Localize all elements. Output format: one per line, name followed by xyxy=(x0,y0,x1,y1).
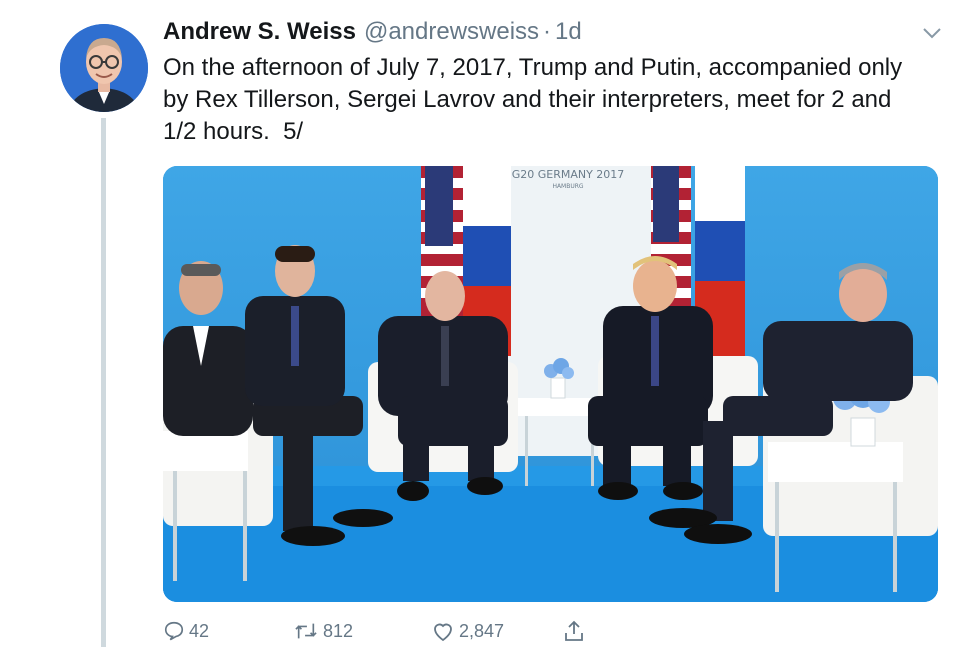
like-button[interactable]: 2,847 xyxy=(431,615,504,647)
photo-scene: G20 GERMANY 2017 HAMBURG xyxy=(163,166,938,602)
tweet-header: Andrew S. Weiss @andrewsweiss · 1d xyxy=(163,18,582,50)
share-button[interactable] xyxy=(563,615,585,647)
retweet-button[interactable]: 812 xyxy=(293,615,353,647)
reply-count: 42 xyxy=(189,620,210,641)
author-handle[interactable]: @andrewsweiss xyxy=(364,18,539,46)
like-count: 2,847 xyxy=(459,620,505,641)
heart-icon xyxy=(434,623,452,642)
tweet-photo[interactable]: G20 GERMANY 2017 HAMBURG xyxy=(163,166,938,602)
avatar[interactable] xyxy=(60,24,148,112)
share-icon xyxy=(565,620,583,641)
avatar-portrait xyxy=(60,24,148,112)
separator-dot: · xyxy=(543,18,552,45)
reply-button[interactable]: 42 xyxy=(163,615,209,647)
g20-banner-subtitle: HAMBURG xyxy=(552,183,583,190)
g20-banner-title: G20 GERMANY 2017 xyxy=(512,168,625,181)
author-name[interactable]: Andrew S. Weiss xyxy=(163,18,356,46)
reply-icon xyxy=(164,621,184,641)
chevron-down-icon[interactable] xyxy=(922,26,942,40)
retweet-count: 812 xyxy=(323,620,354,641)
thread-line xyxy=(101,118,106,647)
retweet-icon xyxy=(295,623,317,639)
tweet-text: On the afternoon of July 7, 2017, Trump … xyxy=(163,54,903,145)
timestamp[interactable]: 1d xyxy=(555,18,582,46)
